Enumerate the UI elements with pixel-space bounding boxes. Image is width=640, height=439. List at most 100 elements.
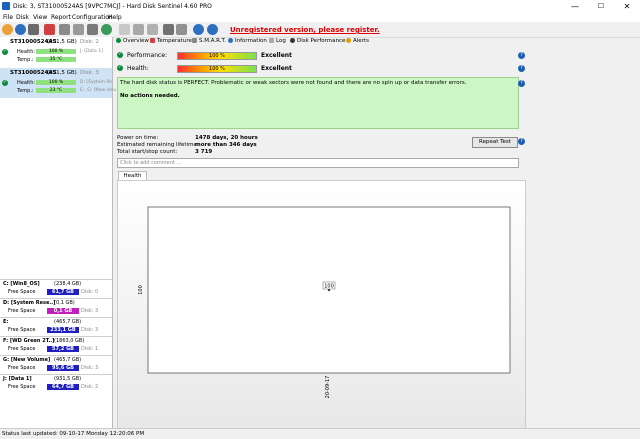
free-space-bar: 233,1 GB [47, 327, 79, 333]
tab-label: Disk Performance [297, 38, 346, 44]
copy-icon[interactable] [133, 24, 144, 35]
volume-e[interactable]: E: (465,7 GB) Free Space 233,1 GB Disk: … [0, 317, 112, 337]
temp-bar: 35 °C [36, 57, 76, 62]
actions-text: No actions needed. [120, 93, 180, 99]
status-text: The hard disk status is PERFECT. Problem… [120, 80, 467, 86]
volume-g[interactable]: G: [New Volume] (465,7 GB) Free Space 95… [0, 355, 112, 375]
send-report-icon[interactable] [44, 24, 55, 35]
tab-label: Temperature [157, 38, 192, 44]
temp-label: Temp.: [17, 57, 34, 63]
status-box: The hard disk status is PERFECT. Problem… [117, 77, 519, 129]
tab-label: Information [235, 38, 267, 44]
menu-disk[interactable]: Disk [16, 14, 29, 21]
data-label: 100 [324, 284, 334, 290]
comment-field[interactable]: Click to add comment ... [117, 158, 519, 168]
help-icon[interactable]: ? [518, 65, 525, 72]
performance-icon [290, 38, 295, 43]
volume-name: C: [Win8_OS] [3, 281, 40, 287]
disk-entry-3[interactable]: ✓ ST31000524AS (931,5 GB) Disk: 3 Health… [0, 68, 116, 98]
disk-entry-2[interactable]: ✓ ST31000524AS (931,5 GB) Disk: 2 Health… [0, 37, 112, 67]
health-label: Health: [17, 49, 36, 55]
volume-j[interactable]: J: [Data 1] (931,5 GB) Free Space 64,7 G… [0, 374, 112, 394]
repeat-test-button[interactable]: Repeat Test [472, 137, 518, 148]
help-icon[interactable]: ? [518, 138, 525, 145]
volume-size: (0,1 GB) [54, 300, 75, 306]
tab-information[interactable]: Information [228, 38, 267, 46]
title-bar: Disk: 3, ST31000524AS [9VPC7MCJ] - Hard … [0, 0, 640, 13]
smart-test-icon[interactable] [87, 24, 98, 35]
unregistered-link[interactable]: Unregistered version, please register. [230, 26, 380, 34]
volume-size: (465,7 GB) [54, 357, 82, 363]
tab-overview[interactable]: Overview [116, 38, 149, 46]
maximize-button[interactable]: ☐ [588, 0, 614, 13]
help-icon[interactable]: ? [518, 80, 525, 87]
close-button[interactable]: ✕ [614, 0, 640, 13]
health-label: Health: [127, 65, 149, 72]
test-icon[interactable] [59, 24, 70, 35]
smart-icon [192, 38, 197, 43]
volume-c[interactable]: C: [Win8_OS] (238,4 GB) Free Space 61,7 … [0, 279, 112, 299]
menu-view[interactable]: View [33, 14, 47, 21]
help-icon[interactable]: ? [518, 52, 525, 59]
minimize-button[interactable]: — [562, 0, 588, 13]
tab-bar: Overview Temperature S.M.A.R.T. Informat… [114, 37, 522, 47]
menu-file[interactable]: File [3, 14, 13, 21]
power-on-value: 1478 days, 20 hours [195, 135, 258, 141]
free-space-label: Free Space [8, 327, 36, 333]
free-space-label: Free Space [8, 346, 36, 352]
status-bar: Status last updated: 09-10-17 Monday 12:… [0, 428, 640, 439]
info-icon[interactable] [207, 24, 218, 35]
save-icon[interactable] [147, 24, 158, 35]
free-space-label: Free Space [8, 365, 36, 371]
performance-bar: 100 % [177, 52, 257, 60]
menu-help[interactable]: Help [108, 14, 122, 21]
alert-icon [346, 38, 351, 43]
disk-size: (931,5 GB) [47, 39, 77, 45]
surface-test-icon[interactable] [73, 24, 84, 35]
health-bar: 100 % [177, 65, 257, 73]
report-icon[interactable] [28, 24, 39, 35]
tab-label: Overview [123, 38, 149, 44]
volume-size: (465,7 GB) [54, 319, 82, 325]
globe-icon[interactable] [101, 24, 112, 35]
volume-disk: Disk: 3 [81, 308, 99, 314]
temp-label: Temp.: [17, 88, 34, 94]
menu-configuration[interactable]: Configuration [72, 14, 113, 21]
volume-size: (1863,0 GB) [54, 338, 85, 344]
volume-d[interactable]: D: [System Rese..] (0,1 GB) Free Space 0… [0, 298, 112, 318]
volume-name: D: [System Rese..] [3, 300, 56, 306]
free-space-label: Free Space [8, 308, 36, 314]
free-space-label: Free Space [8, 289, 36, 295]
volume-f[interactable]: F: [WD Green 2T..] (1863,0 GB) Free Spac… [0, 336, 112, 356]
help-icon[interactable] [193, 24, 204, 35]
free-space-label: Free Space [8, 384, 36, 390]
tab-log[interactable]: Log [269, 38, 286, 46]
app-icon [2, 2, 10, 10]
check-icon [116, 38, 121, 43]
free-space-bar: 64,7 GB [47, 384, 79, 390]
tab-temperature[interactable]: Temperature [150, 38, 192, 46]
tab-smart[interactable]: S.M.A.R.T. [192, 38, 226, 46]
health-chart-area: 100 20-09-17 100 [117, 180, 526, 430]
volume-size: (238,4 GB) [54, 281, 82, 287]
document-icon[interactable] [119, 24, 130, 35]
remaining-label: Estimated remaining lifetime: [117, 142, 199, 148]
gear-icon[interactable] [176, 24, 187, 35]
tab-label: S.M.A.R.T. [199, 38, 226, 44]
info-icon [228, 38, 233, 43]
menu-report[interactable]: Report [51, 14, 71, 21]
performance-label: Performance: [127, 52, 168, 59]
tab-alerts[interactable]: Alerts [346, 38, 369, 46]
volume-disk: Disk: 3 [81, 327, 99, 333]
menu-bar: File Disk View Report Configuration Help [0, 13, 640, 22]
disk-size: (931,5 GB) [47, 70, 77, 76]
refresh-icon[interactable] [2, 24, 13, 35]
drive-letters-2: E:, G: [New Volu [80, 88, 117, 93]
options-icon[interactable] [163, 24, 174, 35]
disk-number: Disk: 3 [80, 70, 99, 76]
tab-disk-performance[interactable]: Disk Performance [290, 38, 345, 46]
volume-disk: Disk: 2 [81, 384, 99, 390]
update-icon[interactable] [15, 24, 26, 35]
drive-letters: J: [Data 1] [80, 49, 103, 54]
log-icon [269, 38, 274, 43]
